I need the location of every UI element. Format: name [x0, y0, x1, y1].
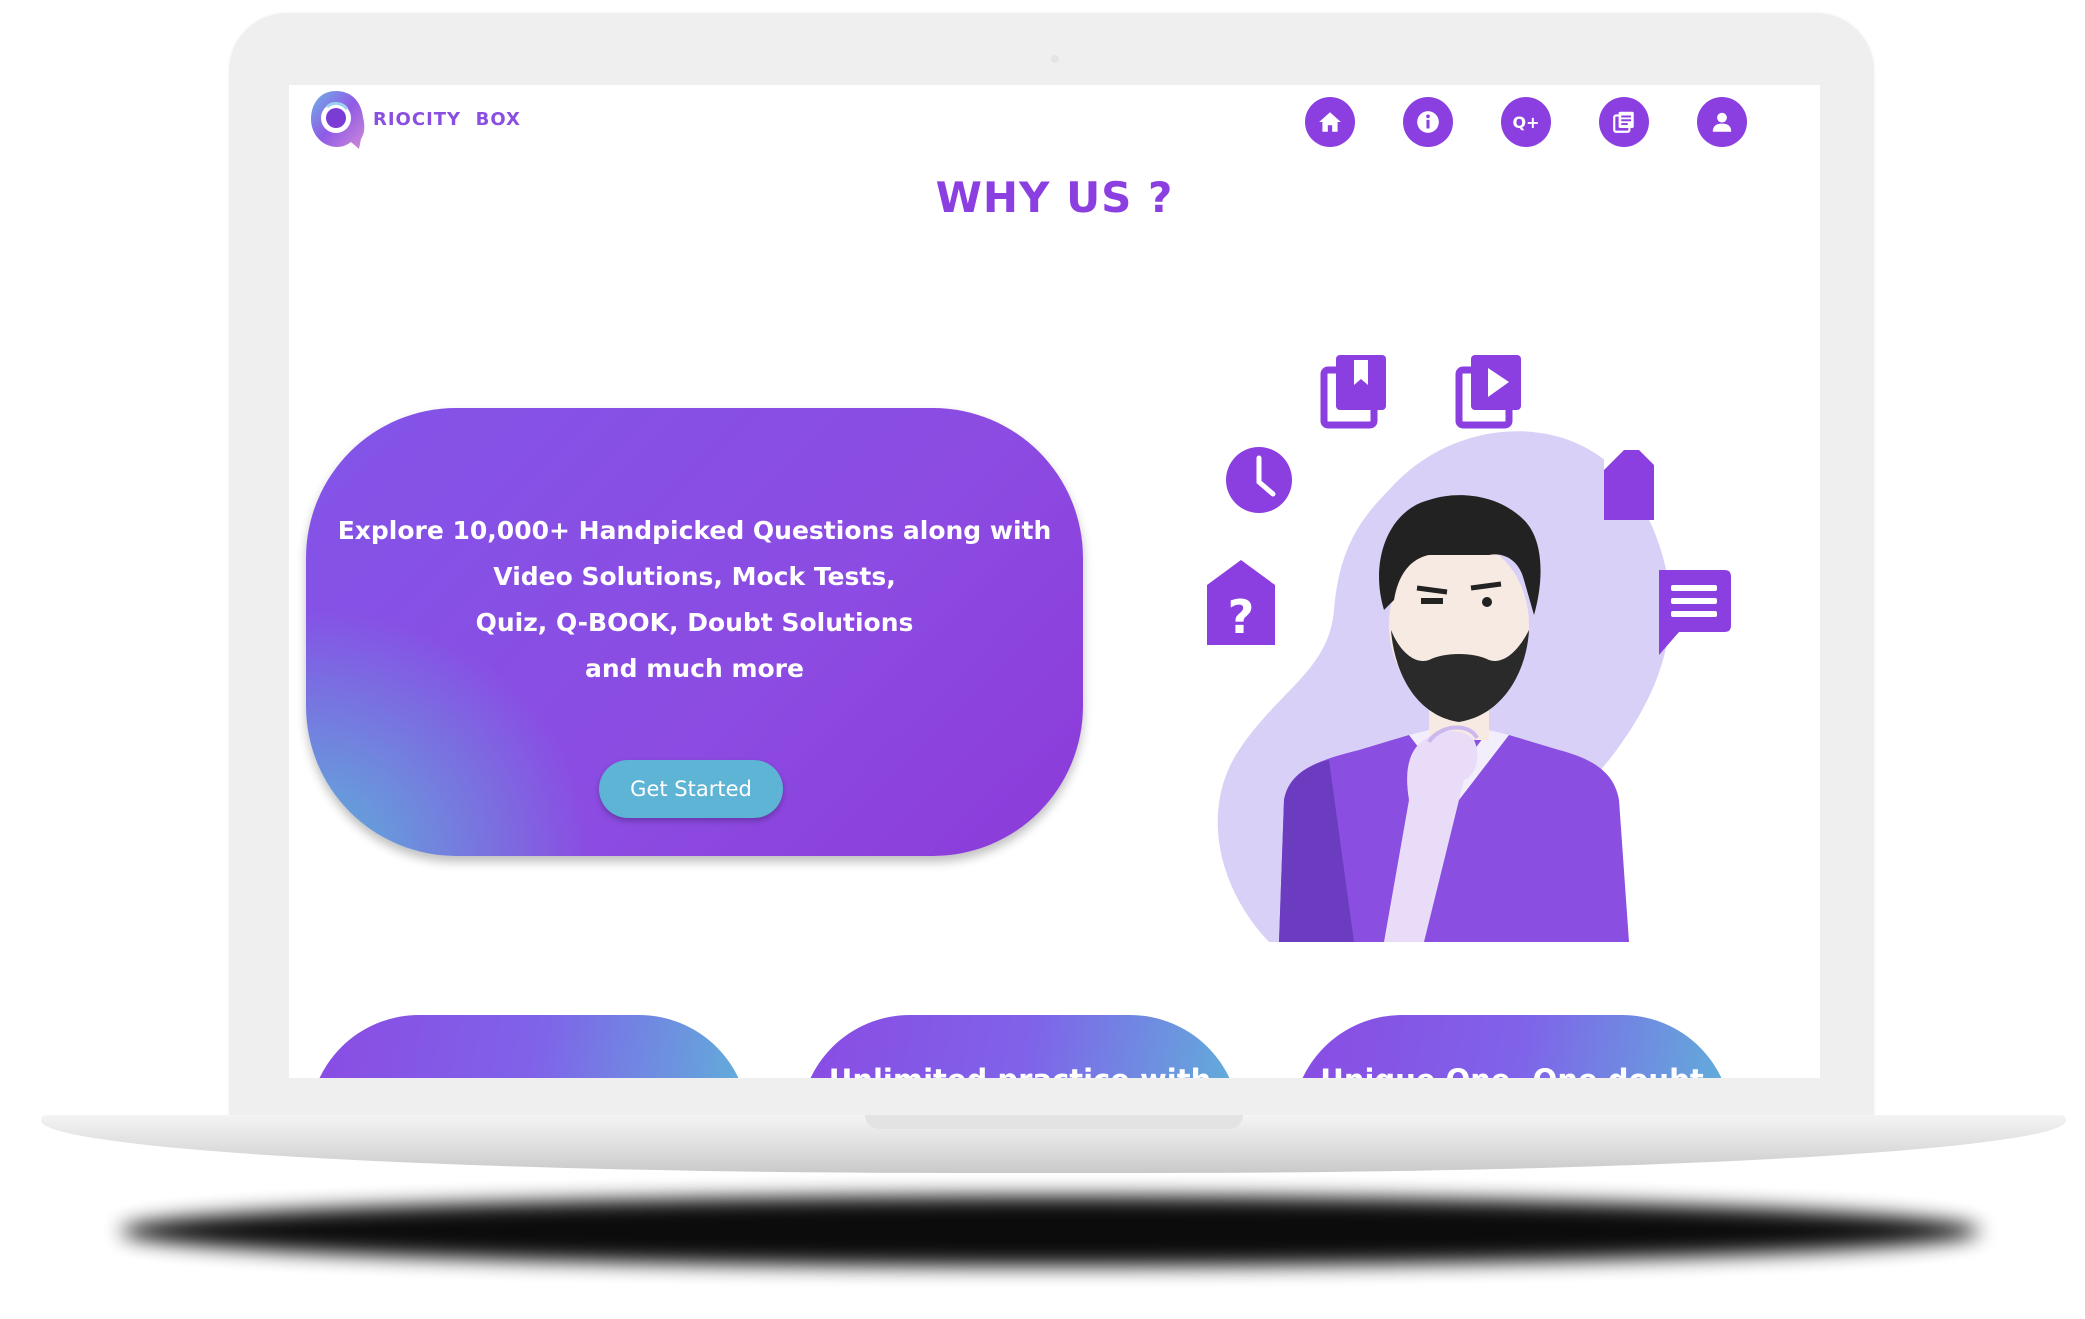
laptop-shadow [120, 1196, 1980, 1266]
document-icon [1604, 450, 1654, 520]
hero-description: Explore 10,000+ Handpicked Questions alo… [306, 508, 1083, 692]
library-bookmark-icon [1320, 355, 1386, 429]
question-home-icon: ? [1207, 560, 1275, 645]
hero-line: Explore 10,000+ Handpicked Questions alo… [337, 516, 1052, 545]
user-icon [1712, 112, 1732, 132]
get-started-button[interactable]: Get Started [599, 760, 783, 818]
feature-card-title: Unlimited practice with [800, 1063, 1240, 1078]
webcam [1051, 55, 1059, 63]
feature-card-title: Unique One- One doubt [1292, 1063, 1732, 1078]
svg-text:?: ? [1228, 590, 1255, 644]
video-library-icon [1455, 355, 1521, 429]
brand-name: RIOCITY BOX [373, 108, 521, 130]
laptop-base-notch [865, 1115, 1243, 1129]
nav-book-button[interactable] [1599, 97, 1649, 147]
hero-line: Quiz, Q-BOOK, Doubt Solutions [475, 608, 914, 637]
hero-line: and much more [585, 654, 804, 683]
page-title: WHY US ? [935, 173, 1174, 222]
q-plus-icon: Q+ [1512, 112, 1540, 132]
brand-logo[interactable]: RIOCITY BOX [307, 87, 521, 151]
home-icon [1319, 112, 1341, 132]
feature-card: Unlimited practice with [800, 1015, 1240, 1078]
feature-card: Unique One- One doubt [1292, 1015, 1732, 1078]
feature-card [309, 1015, 749, 1078]
nav-home-button[interactable] [1305, 97, 1355, 147]
nav-quiz-button[interactable]: Q+ [1501, 97, 1551, 147]
nav-info-button[interactable] [1403, 97, 1453, 147]
book-icon [1613, 111, 1634, 133]
hero-line: Video Solutions, Mock Tests, [493, 562, 896, 591]
info-icon [1417, 111, 1439, 133]
screen: RIOCITY BOX Q+ WHY US ? Explore 10,000+ … [289, 85, 1820, 1078]
top-nav: Q+ [1305, 97, 1747, 147]
nav-profile-button[interactable] [1697, 97, 1747, 147]
chat-message-icon [1659, 570, 1731, 655]
logo-mark-icon [311, 91, 365, 149]
thinking-man-illustration: ? [1207, 355, 1731, 942]
hero-card: Explore 10,000+ Handpicked Questions alo… [306, 408, 1083, 856]
clock-icon [1226, 447, 1292, 513]
